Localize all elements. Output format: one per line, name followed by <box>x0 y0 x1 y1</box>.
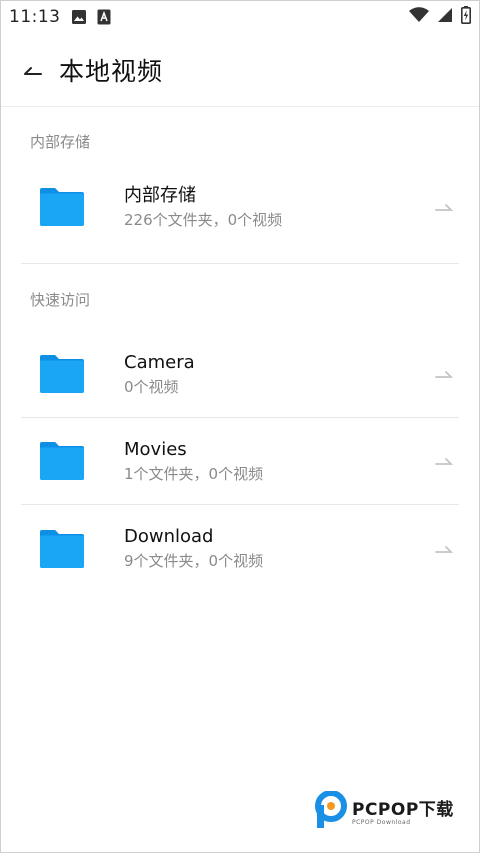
watermark-text: PCPOP下载 PCPOP Download <box>352 795 454 826</box>
back-arrow-icon[interactable] <box>21 58 45 82</box>
item-meta: 226个文件夹，0个视频 <box>124 210 283 229</box>
list-item-internal-storage[interactable]: 内部存储 226个文件夹，0个视频 <box>21 151 459 264</box>
status-right <box>409 5 471 29</box>
folder-icon <box>40 188 84 226</box>
status-bar: 11:13 <box>1 1 479 33</box>
battery-icon <box>461 5 471 29</box>
item-name: Camera <box>124 351 195 373</box>
item-name: Download <box>124 526 214 547</box>
watermark-main: PCPOP下载 <box>352 799 454 820</box>
watermark: PCPOP下载 PCPOP Download <box>314 791 454 829</box>
item-meta: 0个视频 <box>124 377 179 396</box>
item-name: 内部存储 <box>124 184 196 206</box>
chevron-right-icon <box>435 204 454 211</box>
signal-icon <box>437 7 453 28</box>
folder-icon <box>40 442 84 480</box>
wifi-icon <box>409 6 429 28</box>
item-meta: 1个文件夹，0个视频 <box>124 464 264 483</box>
section-header-internal: 内部存储 <box>30 133 91 151</box>
page-title: 本地视频 <box>59 56 164 86</box>
pcpop-logo-icon <box>315 791 347 828</box>
folder-icon <box>40 355 84 393</box>
list-item-download[interactable]: Download 9个文件夹，0个视频 <box>21 505 459 592</box>
list-item-camera[interactable]: Camera 0个视频 <box>21 331 459 418</box>
image-icon <box>71 9 87 25</box>
list-item-movies[interactable]: Movies 1个文件夹，0个视频 <box>21 418 459 505</box>
chevron-right-icon <box>435 545 454 553</box>
folder-icon <box>40 529 84 568</box>
status-time: 11:13 <box>9 7 61 27</box>
item-texts: Download 9个文件夹，0个视频 <box>124 525 263 572</box>
item-texts: Camera 0个视频 <box>124 351 195 398</box>
item-texts: 内部存储 226个文件夹，0个视频 <box>124 184 282 231</box>
chevron-right-icon <box>435 458 454 465</box>
a-icon <box>97 9 111 25</box>
chevron-right-icon <box>435 371 454 378</box>
watermark-sub: PCPOP Download <box>352 818 411 826</box>
app-bar: 本地视频 <box>1 33 479 107</box>
section-header-quick: 快速访问 <box>30 291 91 309</box>
item-name: Movies <box>124 438 187 460</box>
item-meta: 9个文件夹，0个视频 <box>124 552 264 570</box>
item-texts: Movies 1个文件夹，0个视频 <box>124 438 263 485</box>
screen: 11:13 本地视频 内部存储 内部存储 226个文件夹，0个视频 快速访问 C… <box>0 0 480 853</box>
